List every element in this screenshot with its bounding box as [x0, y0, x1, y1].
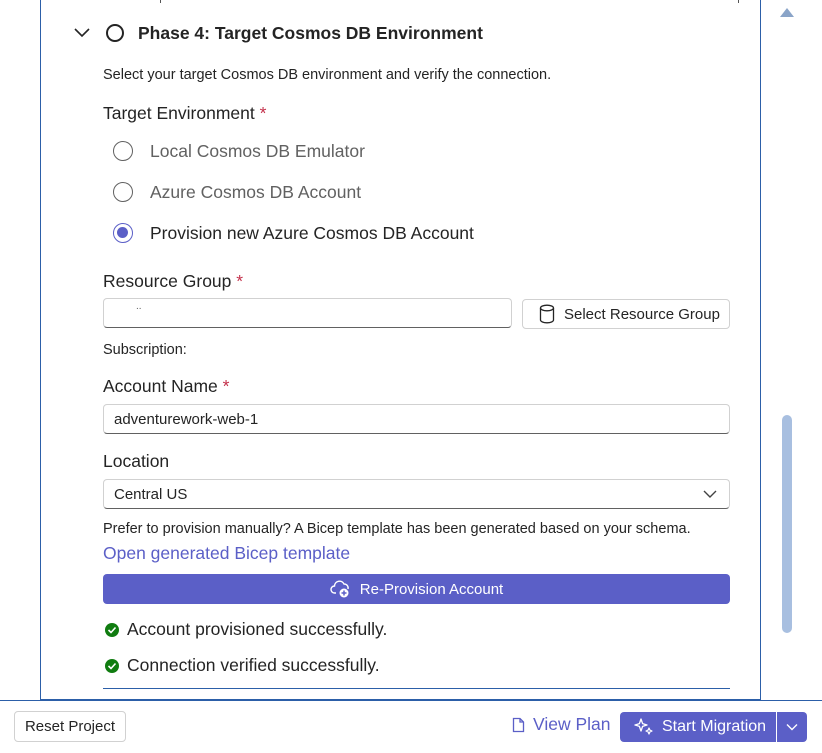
chevron-down-icon [786, 723, 798, 731]
radio-button-selected[interactable] [113, 223, 133, 243]
resource-group-label: Resource Group * [103, 271, 243, 292]
account-name-input[interactable]: adventurework-web-1 [103, 404, 730, 434]
phase-header[interactable]: Phase 4: Target Cosmos DB Environment [73, 20, 483, 46]
subscription-label: Subscription: [103, 342, 187, 358]
status-account-provisioned: Account provisioned successfully. [105, 619, 387, 640]
scrollbar[interactable] [762, 0, 822, 700]
checkmark-circle-icon [105, 658, 119, 673]
start-migration-dropdown-button[interactable] [777, 712, 807, 742]
database-icon [539, 304, 555, 324]
chevron-down-icon[interactable] [73, 24, 91, 42]
reset-project-button[interactable]: Reset Project [14, 711, 126, 742]
document-icon [512, 717, 525, 733]
location-value: Central US [114, 485, 188, 503]
status-text: Account provisioned successfully. [127, 619, 388, 639]
location-dropdown[interactable]: Central US [103, 479, 730, 509]
resource-group-label-text: Resource Group [103, 271, 232, 291]
radio-azure-account[interactable]: Azure Cosmos DB Account [113, 180, 361, 204]
required-mark: * [236, 271, 244, 291]
radio-label: Azure Cosmos DB Account [150, 181, 362, 202]
chevron-down-icon [703, 490, 717, 499]
select-resource-group-label: Select Resource Group [564, 305, 720, 323]
status-connection-verified: Connection verified successfully. [105, 655, 380, 676]
location-label: Location [103, 451, 170, 471]
select-resource-group-button[interactable]: Select Resource Group [522, 299, 730, 329]
radio-label: Provision new Azure Cosmos DB Account [150, 222, 474, 243]
resource-group-input[interactable]: .. [103, 298, 512, 328]
radio-button[interactable] [113, 141, 133, 161]
phase-title: Phase 4: Target Cosmos DB Environment [138, 22, 483, 43]
sparkle-icon [634, 717, 654, 737]
account-name-label-text: Account Name [103, 376, 218, 396]
view-plan-button[interactable]: View Plan [512, 714, 611, 735]
phase-description: Select your target Cosmos DB environment… [103, 67, 552, 83]
re-provision-account-button[interactable]: Re-Provision Account [103, 574, 730, 604]
start-migration-button[interactable]: Start Migration [620, 712, 776, 742]
scroll-up-arrow-icon[interactable] [780, 8, 794, 17]
account-name-label: Account Name * [103, 376, 229, 397]
checkmark-circle-icon [105, 622, 119, 637]
phase-status-circle-icon [106, 24, 124, 42]
open-bicep-template-link[interactable]: Open generated Bicep template [103, 543, 350, 564]
target-environment-label-text: Target Environment [103, 103, 255, 123]
required-mark: * [222, 376, 230, 396]
bicep-hint: Prefer to provision manually? A Bicep te… [103, 521, 691, 537]
re-provision-label: Re-Provision Account [359, 580, 504, 598]
top-divider-tick [160, 0, 161, 3]
top-divider-tick [738, 0, 739, 3]
target-environment-label: Target Environment * [103, 103, 266, 124]
radio-provision-new[interactable]: Provision new Azure Cosmos DB Account [113, 221, 474, 245]
radio-label: Local Cosmos DB Emulator [150, 140, 365, 161]
scrollbar-thumb[interactable] [782, 415, 792, 633]
required-mark: * [259, 103, 267, 123]
section-divider [103, 688, 730, 689]
radio-button[interactable] [113, 182, 133, 202]
status-text: Connection verified successfully. [127, 655, 380, 675]
start-migration-label: Start Migration [662, 718, 767, 735]
view-plan-label: View Plan [533, 714, 611, 734]
radio-local-emulator[interactable]: Local Cosmos DB Emulator [113, 139, 365, 163]
cloud-add-icon [330, 579, 352, 599]
